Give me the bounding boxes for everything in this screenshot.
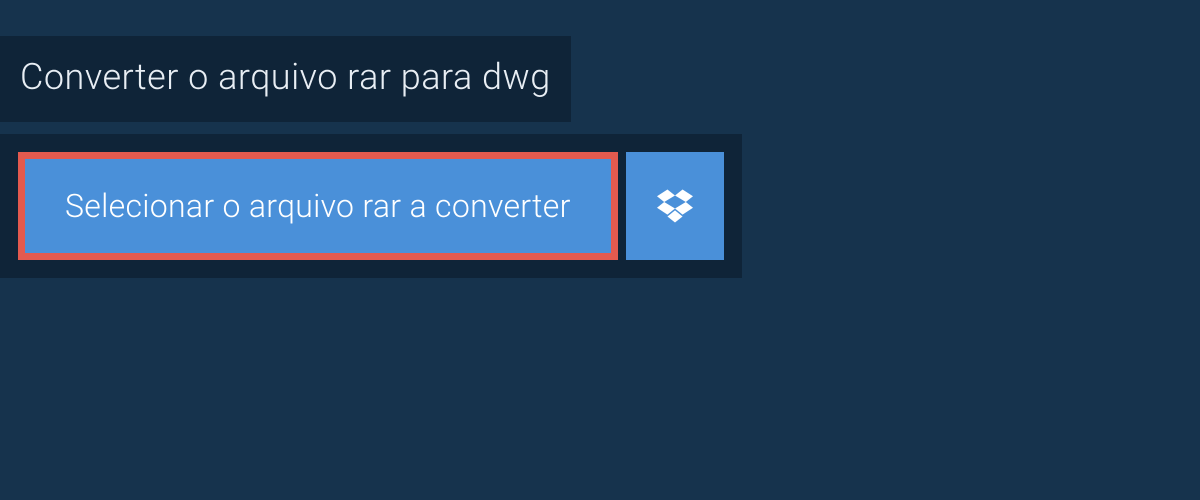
dropbox-icon xyxy=(657,189,693,223)
select-file-label: Selecionar o arquivo rar a converter xyxy=(65,187,571,225)
file-select-panel: Selecionar o arquivo rar a converter xyxy=(0,134,742,278)
header-bar: Converter o arquivo rar para dwg xyxy=(0,36,571,122)
dropbox-button[interactable] xyxy=(626,152,724,260)
page-title: Converter o arquivo rar para dwg xyxy=(20,56,551,98)
select-file-button[interactable]: Selecionar o arquivo rar a converter xyxy=(18,152,618,260)
